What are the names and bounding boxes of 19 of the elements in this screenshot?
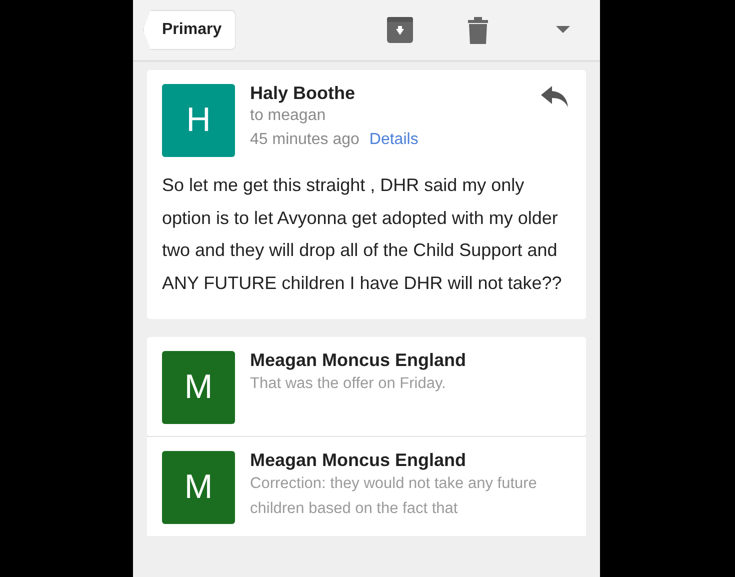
details-link[interactable]: Details [369, 128, 418, 152]
delete-icon[interactable] [466, 15, 490, 45]
message-body: So let me get this straight , DHR said my only option is to let Avyonna get adopted with my older two and they will drop all of the Child Support and ANY FUTURE children I have DHR will not take?? [162, 174, 563, 294]
archive-icon[interactable] [386, 16, 414, 44]
message-card[interactable]: M Meagan Moncus England That was the offer on Friday. [147, 337, 586, 436]
sender-name: Meagan Moncus England [250, 349, 468, 371]
recipient-text: to meagan [250, 106, 327, 126]
reply-icon[interactable] [541, 86, 569, 108]
caret-icon[interactable] [556, 26, 570, 34]
avatar: H [162, 84, 235, 157]
message-snippet: That was the offer on Friday. [250, 374, 447, 394]
sender-name: Meagan Moncus England [250, 449, 468, 471]
back-button[interactable]: Primary [143, 10, 236, 50]
message-card[interactable]: M Meagan Moncus England Correction: they would not take any future children based on the fact that [147, 436, 586, 536]
timestamp: 45 minutes ago [250, 130, 360, 150]
avatar: M [162, 351, 235, 424]
avatar: M [162, 451, 235, 524]
message-snippet: Correction: they would not take any future children based on the fact that [250, 474, 538, 519]
sender-name: Haly Boothe [250, 82, 356, 104]
